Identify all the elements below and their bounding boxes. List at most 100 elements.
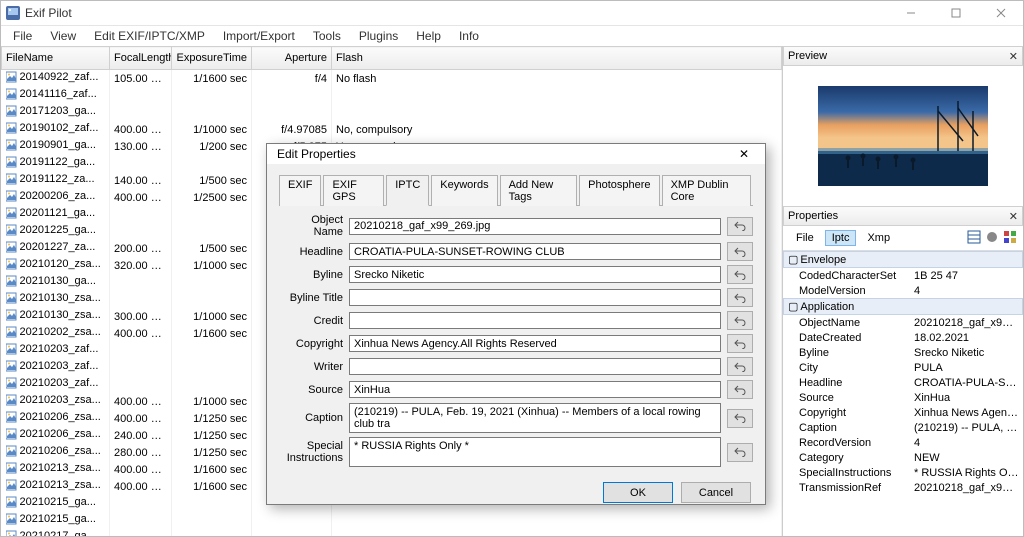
field-source[interactable] (349, 381, 721, 398)
file-icon: 20210217_ga... (6, 530, 96, 536)
collapse-icon[interactable]: ▢ (788, 253, 798, 266)
menu-plugins[interactable]: Plugins (351, 27, 406, 45)
props-group-envelope[interactable]: ▢Envelope (783, 251, 1023, 268)
dlg-tab-xmp-dublin-core[interactable]: XMP Dublin Core (662, 175, 751, 206)
undo-button[interactable] (727, 265, 753, 284)
field-byline-title[interactable] (349, 289, 721, 306)
undo-button[interactable] (727, 409, 753, 428)
col-flash[interactable]: Flash (332, 47, 782, 70)
app-title: Exif Pilot (25, 6, 72, 20)
field-label: Byline (279, 269, 349, 281)
file-icon: 20191122_za... (6, 173, 95, 185)
props-view-icon[interactable] (967, 230, 981, 247)
props-circle-icon[interactable] (985, 230, 999, 247)
undo-button[interactable] (727, 334, 753, 353)
props-tab-file[interactable]: File (789, 230, 821, 246)
ok-button[interactable]: OK (603, 482, 673, 503)
file-icon: 20140922_zaf... (6, 71, 99, 83)
col-exposuretime[interactable]: ExposureTime (172, 47, 252, 70)
props-row[interactable]: CodedCharacterSet1B 25 47 (783, 268, 1023, 283)
preview-close-icon[interactable]: ✕ (1009, 50, 1018, 63)
dialog-titlebar: Edit Properties ✕ (267, 144, 765, 164)
undo-button[interactable] (727, 380, 753, 399)
properties-title: Properties (788, 210, 838, 222)
window-maximize-button[interactable] (933, 2, 978, 24)
window-close-button[interactable] (978, 2, 1023, 24)
table-row[interactable]: 20190102_zaf...400.00 mm1/1000 secf/4.97… (2, 121, 782, 138)
field-object-name[interactable] (349, 218, 721, 235)
field-caption[interactable] (349, 403, 721, 433)
props-row[interactable]: CityPULA (783, 360, 1023, 375)
file-icon: 20171203_ga... (6, 105, 96, 117)
file-icon: 20210130_zsa... (6, 292, 101, 304)
field-writer[interactable] (349, 358, 721, 375)
cancel-button[interactable]: Cancel (681, 482, 751, 503)
col-aperture[interactable]: Aperture (252, 47, 332, 70)
table-row[interactable]: 20171203_ga... (2, 104, 782, 121)
props-row[interactable]: DateCreated18.02.2021 (783, 330, 1023, 345)
menu-help[interactable]: Help (408, 27, 449, 45)
file-icon: 20201225_ga... (6, 224, 96, 236)
props-tab-xmp[interactable]: Xmp (860, 230, 897, 246)
app-icon (5, 5, 21, 21)
props-grid-icon[interactable] (1003, 230, 1017, 247)
dlg-tab-photosphere[interactable]: Photosphere (579, 175, 659, 206)
menu-import-export[interactable]: Import/Export (215, 27, 303, 45)
undo-button[interactable] (727, 443, 753, 462)
props-row[interactable]: CopyrightXinhua News Agency.All ... (783, 405, 1023, 420)
props-row[interactable]: Caption(210219) -- PULA, Feb. 1... (783, 420, 1023, 435)
props-row[interactable]: TransmissionRef20210218_gaf_x99_269... (783, 480, 1023, 495)
properties-list[interactable]: ▢EnvelopeCodedCharacterSet1B 25 47ModelV… (783, 251, 1023, 536)
file-icon: 20210120_zsa... (6, 258, 101, 270)
window-minimize-button[interactable] (888, 2, 933, 24)
field-credit[interactable] (349, 312, 721, 329)
field-special-instructions[interactable] (349, 437, 721, 467)
table-row[interactable]: 20140922_zaf...105.00 mm1/1600 secf/4No … (2, 70, 782, 88)
dialog-title: Edit Properties (277, 147, 356, 161)
field-headline[interactable] (349, 243, 721, 260)
file-icon: 20191122_ga... (6, 156, 96, 168)
table-row[interactable]: 20210215_ga... (2, 512, 782, 529)
collapse-icon[interactable]: ▢ (788, 300, 798, 313)
undo-button[interactable] (727, 311, 753, 330)
menu-view[interactable]: View (42, 27, 84, 45)
preview-pane-header: Preview ✕ (783, 46, 1023, 66)
props-row[interactable]: ModelVersion4 (783, 283, 1023, 298)
undo-button[interactable] (727, 242, 753, 261)
dlg-tab-add-new-tags[interactable]: Add New Tags (500, 175, 578, 206)
dlg-tab-iptc[interactable]: IPTC (386, 175, 429, 206)
props-row[interactable]: BylineSrecko Niketic (783, 345, 1023, 360)
dlg-tab-exif[interactable]: EXIF (279, 175, 321, 206)
dlg-tab-keywords[interactable]: Keywords (431, 175, 497, 206)
dlg-tab-exif-gps[interactable]: EXIF GPS (323, 175, 384, 206)
field-label: Special Instructions (279, 440, 349, 464)
props-row[interactable]: CategoryNEW (783, 450, 1023, 465)
props-group-application[interactable]: ▢Application (783, 298, 1023, 315)
menu-info[interactable]: Info (451, 27, 487, 45)
props-row[interactable]: SourceXinHua (783, 390, 1023, 405)
props-row[interactable]: RecordVersion4 (783, 435, 1023, 450)
field-byline[interactable] (349, 266, 721, 283)
properties-toolbar: FileIptcXmp (783, 226, 1023, 251)
col-filename[interactable]: FileName (2, 47, 110, 70)
properties-close-icon[interactable]: ✕ (1009, 210, 1018, 223)
props-tab-iptc[interactable]: Iptc (825, 230, 857, 246)
table-row[interactable]: 20141116_zaf... (2, 87, 782, 104)
file-icon: 20210130_ga... (6, 275, 96, 287)
menubar: FileViewEdit EXIF/IPTC/XMPImport/ExportT… (1, 26, 1023, 46)
undo-button[interactable] (727, 357, 753, 376)
undo-button[interactable] (727, 217, 753, 236)
dialog-close-button[interactable]: ✕ (729, 144, 759, 164)
props-row[interactable]: SpecialInstructions* RUSSIA Rights Only … (783, 465, 1023, 480)
table-row[interactable]: 20210217_ga... (2, 529, 782, 536)
undo-button[interactable] (727, 288, 753, 307)
menu-file[interactable]: File (5, 27, 40, 45)
file-icon: 20210213_zsa... (6, 479, 101, 491)
col-focallength[interactable]: FocalLength (110, 47, 172, 70)
field-label: Headline (279, 246, 349, 258)
field-copyright[interactable] (349, 335, 721, 352)
menu-tools[interactable]: Tools (305, 27, 349, 45)
menu-edit-exif-iptc-xmp[interactable]: Edit EXIF/IPTC/XMP (86, 27, 213, 45)
props-row[interactable]: HeadlineCROATIA-PULA-SUNSE... (783, 375, 1023, 390)
props-row[interactable]: ObjectName20210218_gaf_x99_269... (783, 315, 1023, 330)
